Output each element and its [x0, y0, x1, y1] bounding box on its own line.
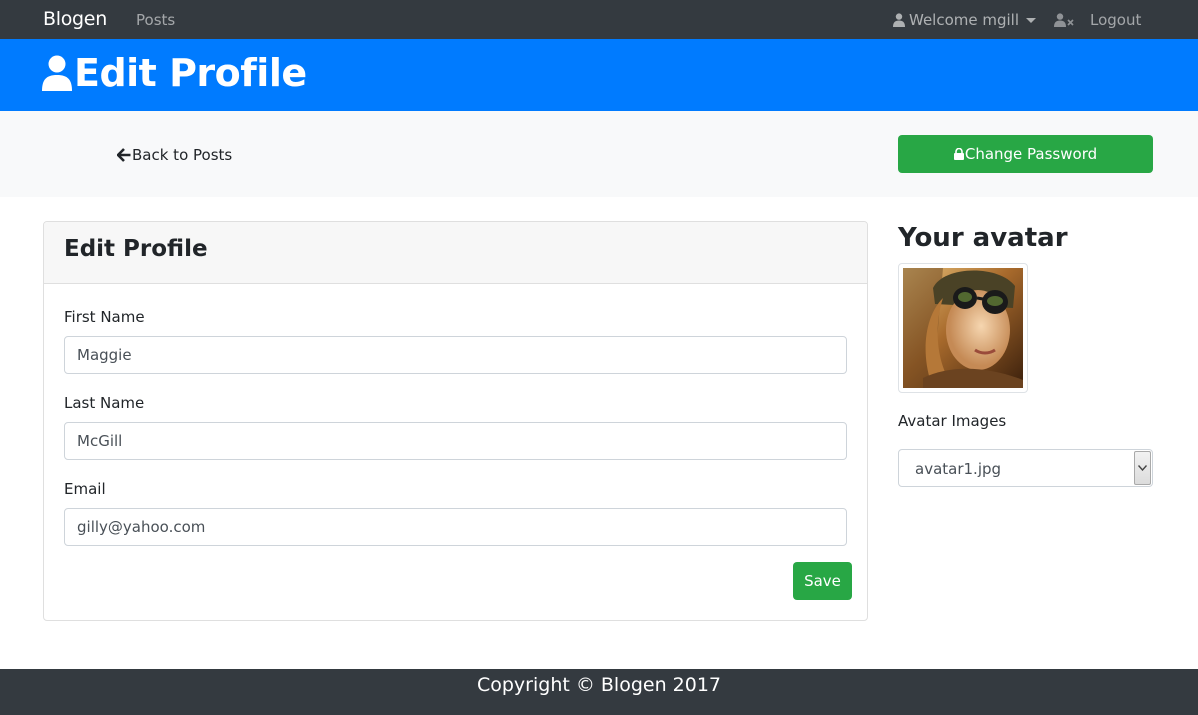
user-times-icon	[1054, 13, 1074, 27]
user-icon	[42, 55, 72, 91]
avatar-select-value: avatar1.jpg	[915, 460, 1002, 478]
avatar-images-label: Avatar Images	[898, 412, 1007, 430]
logout-label: Logout	[1090, 11, 1142, 29]
email-field[interactable]	[64, 508, 847, 546]
logout-link[interactable]: Logout	[1054, 11, 1141, 29]
welcome-dropdown[interactable]: Welcome mgill	[893, 11, 1037, 29]
avatar-thumbnail	[898, 263, 1028, 393]
change-password-button[interactable]: Change Password	[898, 135, 1153, 173]
page-title: Edit Profile	[42, 51, 307, 95]
welcome-label: Welcome mgill	[909, 11, 1020, 29]
lock-icon	[953, 148, 964, 160]
page-title-text: Edit Profile	[74, 51, 307, 95]
copyright-text: Copyright © Blogen 2017	[476, 674, 722, 696]
top-navbar: Blogen Posts Welcome mgill Logout	[0, 0, 1198, 39]
page-footer: Copyright © Blogen 2017	[0, 669, 1198, 715]
save-button[interactable]: Save	[793, 562, 852, 600]
first-name-field[interactable]	[64, 336, 847, 374]
arrow-left-icon	[117, 148, 131, 162]
avatar-images-select[interactable]: avatar1.jpg	[898, 449, 1153, 487]
page-header: Edit Profile	[0, 39, 1198, 111]
chevron-down-icon[interactable]	[1134, 451, 1151, 485]
nav-posts-link[interactable]: Posts	[136, 11, 175, 29]
last-name-field[interactable]	[64, 422, 847, 460]
email-label: Email	[64, 480, 106, 498]
avatar-image	[903, 268, 1023, 388]
first-name-label: First Name	[64, 308, 145, 326]
edit-profile-card: Edit Profile First Name Last Name Email …	[43, 221, 868, 621]
last-name-label: Last Name	[64, 394, 145, 412]
actions-bar: Back to Posts Change Password	[0, 111, 1198, 197]
card-title: Edit Profile	[64, 236, 208, 262]
back-to-posts-label: Back to Posts	[132, 146, 233, 164]
back-to-posts-link[interactable]: Back to Posts	[117, 146, 232, 164]
brand-link[interactable]: Blogen	[43, 8, 107, 30]
chevron-down-icon	[1026, 17, 1037, 23]
user-icon	[893, 13, 905, 27]
avatar-heading: Your avatar	[898, 223, 1068, 253]
change-password-label: Change Password	[964, 145, 1098, 163]
